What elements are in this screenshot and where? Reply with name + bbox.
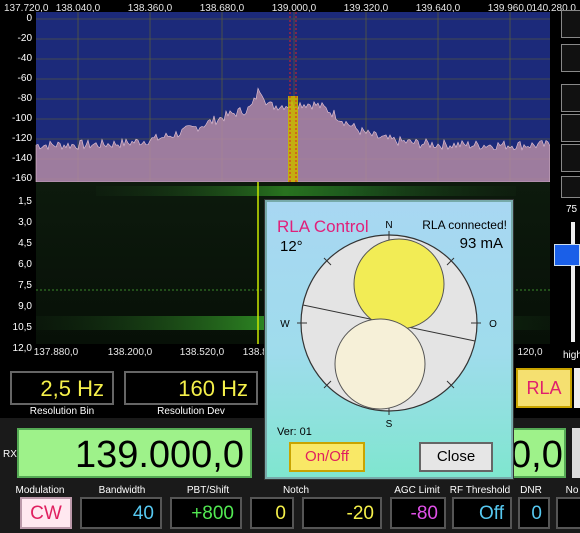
waterfall-y-tick: 9,0 <box>18 301 32 312</box>
control-value[interactable]: -20 <box>302 497 382 529</box>
control-label: RF Threshold <box>449 485 511 496</box>
control-value[interactable]: 0 <box>250 497 294 529</box>
slider-value: 75 <box>566 204 578 215</box>
control-label: AGC Limit <box>394 485 440 496</box>
rx-frequency-display-right[interactable]: 0,0 <box>508 428 566 478</box>
spectrum-y-tick: -40 <box>17 53 32 64</box>
control-value[interactable] <box>556 497 580 529</box>
right-edge-button-4[interactable] <box>561 114 580 142</box>
rx-frequency-display[interactable]: 139.000,0 <box>17 428 252 478</box>
slider-knob[interactable] <box>554 244 580 266</box>
waterfall-y-tick: 10,5 <box>12 322 32 333</box>
control-value[interactable]: Off <box>452 497 512 529</box>
right-edge-button-3[interactable] <box>561 84 580 112</box>
compass-e: O <box>489 319 497 330</box>
control-value[interactable]: +800 <box>170 497 242 529</box>
freq-tick-bottom: 120,0 <box>517 347 543 358</box>
waterfall-y-tick: 4,5 <box>18 238 32 249</box>
freq-tick-bottom: 138.200,0 <box>107 347 153 358</box>
spectrum-y-tick: -20 <box>17 33 32 44</box>
control-label: No <box>565 485 579 496</box>
version-label: Ver: 01 <box>277 426 312 438</box>
control-value[interactable]: CW <box>20 497 72 529</box>
control-label: DNR <box>520 485 542 496</box>
resolution-bin-caption: Resolution Bin <box>29 406 95 417</box>
freq-tick-bottom: 138.520,0 <box>179 347 225 358</box>
spectrum-y-tick: -80 <box>17 93 32 104</box>
spectrum-y-tick: -120 <box>11 133 32 144</box>
waterfall-y-tick: 6,0 <box>18 259 32 270</box>
waterfall-y-tick: 1,5 <box>18 196 32 207</box>
spectrum-y-tick: -160 <box>11 173 32 184</box>
resolution-dev-value[interactable]: 160 Hz <box>124 371 258 405</box>
control-value[interactable]: -80 <box>390 497 446 529</box>
antenna-current: 93 mA <box>459 235 503 252</box>
control-label: Bandwidth <box>98 485 146 496</box>
control-label: Modulation <box>15 485 65 496</box>
right-edge-button-6[interactable] <box>561 176 580 198</box>
waterfall-y-tick: 7,5 <box>18 280 32 291</box>
resolution-dev-caption: Resolution Dev <box>157 406 225 417</box>
control-value[interactable]: 0 <box>518 497 550 529</box>
connection-status: RLA connected! <box>422 218 507 232</box>
antenna-angle: 12° <box>280 238 303 255</box>
control-label: PBT/Shift <box>186 485 230 496</box>
waterfall-y-tick: 3,0 <box>18 217 32 228</box>
dialog-title: RLA Control <box>277 217 369 236</box>
spectrum-plot[interactable] <box>0 12 550 182</box>
on-off-button[interactable]: On/Off <box>289 442 365 472</box>
spectrum-y-tick: -140 <box>11 153 32 164</box>
freq-tick-bottom: 137.880,0 <box>33 347 79 358</box>
rla-button-edge[interactable] <box>574 368 580 408</box>
spectrum-y-tick: -100 <box>11 113 32 124</box>
right-edge-button-2[interactable] <box>561 44 580 72</box>
lobe-front <box>353 238 445 330</box>
rla-control-dialog: N S W O RLA Control RLA connected! 12° 9… <box>265 200 513 479</box>
spectrum-y-tick: -60 <box>17 73 32 84</box>
slider-track[interactable] <box>571 222 575 342</box>
compass-n: N <box>385 220 392 231</box>
rx-label: RX <box>3 449 17 460</box>
control-value[interactable]: 40 <box>80 497 162 529</box>
right-edge-button-5[interactable] <box>561 144 580 172</box>
lobe-back <box>334 318 426 410</box>
slider-label: high <box>563 350 580 361</box>
close-button[interactable]: Close <box>419 442 493 472</box>
resolution-bin-value[interactable]: 2,5 Hz <box>10 371 114 405</box>
rx-edge-button[interactable] <box>572 428 580 478</box>
compass-s: S <box>386 419 393 430</box>
rla-button[interactable]: RLA <box>516 368 572 408</box>
control-label: Notch <box>282 485 310 496</box>
compass-w: W <box>280 319 290 330</box>
right-edge-button-1[interactable] <box>561 10 580 38</box>
spectrum-y-tick: 0 <box>26 13 32 24</box>
